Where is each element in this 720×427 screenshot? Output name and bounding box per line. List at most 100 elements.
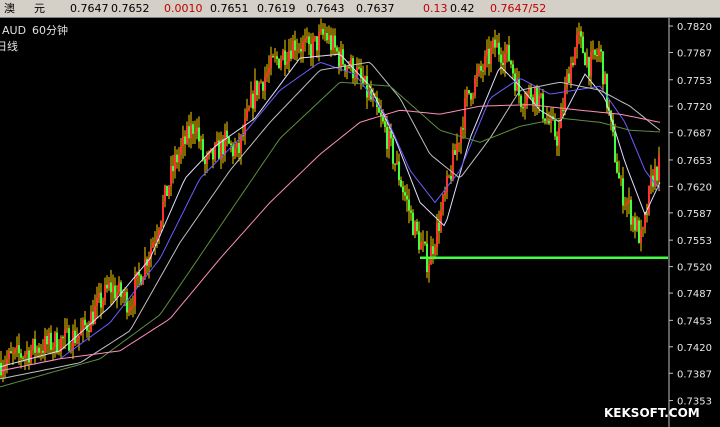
- candle-body: [50, 332, 52, 350]
- candle-body: [446, 176, 448, 193]
- candle-body: [354, 77, 356, 79]
- candle-body: [486, 48, 488, 56]
- candle-body: [644, 213, 646, 228]
- candle-body: [284, 50, 286, 65]
- candle-body: [436, 222, 438, 248]
- candle-body: [470, 93, 472, 100]
- candle-body: [404, 192, 406, 196]
- candle-body: [434, 247, 436, 255]
- candle-body: [296, 49, 298, 51]
- candle-body: [124, 292, 126, 297]
- candle-body: [188, 126, 190, 139]
- candle-body: [490, 47, 492, 64]
- candle-body: [460, 128, 462, 144]
- candle-body: [318, 32, 320, 51]
- candle-body: [206, 155, 208, 165]
- y-tick-label: 0.7720: [677, 102, 712, 113]
- candle-body: [578, 31, 580, 35]
- price-chart: 0.7820 0.7787 0.7753 0.7720 0.7687 0.7653 0.76…: [0, 18, 720, 427]
- candle-body: [28, 350, 30, 363]
- candle-body: [64, 329, 66, 338]
- y-tick-label: 0.7453: [677, 316, 712, 327]
- candle-body: [248, 107, 250, 110]
- candle-body: [174, 154, 176, 172]
- candle-body: [628, 199, 630, 203]
- candle-body: [572, 62, 574, 65]
- candle-body: [228, 137, 230, 144]
- candle-body: [98, 292, 100, 298]
- candle-body: [52, 347, 54, 350]
- candle-body: [332, 35, 334, 50]
- candle-body: [338, 51, 340, 67]
- candle-body: [300, 48, 302, 52]
- candle-body: [466, 90, 468, 99]
- candle-body: [512, 64, 514, 74]
- candle-body: [144, 259, 146, 278]
- candle-body: [480, 65, 482, 71]
- quote-last: 0.7647/52: [490, 2, 547, 15]
- candle-body: [358, 67, 360, 69]
- candle-body: [408, 199, 410, 211]
- candle-body: [58, 351, 60, 353]
- candle-body: [32, 339, 34, 351]
- candle-body: [164, 185, 166, 202]
- quote-amp: 0.42: [450, 2, 475, 15]
- candle-body: [322, 28, 324, 35]
- candle-body: [12, 352, 14, 354]
- candle-body: [540, 93, 542, 96]
- candle-body: [464, 98, 466, 130]
- candle-body: [286, 61, 288, 65]
- candle-body: [588, 57, 590, 77]
- candle-body: [22, 357, 24, 359]
- candle-body: [256, 80, 258, 96]
- candle-body: [178, 154, 180, 163]
- candle-body: [384, 121, 386, 127]
- candle-body: [418, 231, 420, 250]
- candle-body: [604, 73, 606, 85]
- candle-body: [182, 136, 184, 147]
- candle-body: [564, 87, 566, 111]
- candle-body: [310, 44, 312, 58]
- candle-body: [538, 95, 540, 106]
- candle-body: [40, 350, 42, 353]
- candle-body: [304, 39, 306, 42]
- candle-body: [234, 148, 236, 157]
- candle-body: [168, 186, 170, 196]
- candle-body: [430, 246, 432, 265]
- candle-body: [166, 185, 168, 196]
- candle-body: [298, 48, 300, 50]
- candle-body: [302, 41, 304, 52]
- candle-body: [410, 210, 412, 213]
- y-tick-label: 0.7520: [677, 263, 712, 274]
- candle-body: [570, 62, 572, 83]
- candle-body: [30, 350, 32, 363]
- candle-body: [598, 49, 600, 56]
- candle-body: [294, 40, 296, 51]
- y-tick-label: 0.7387: [677, 369, 712, 380]
- candle-body: [62, 337, 64, 339]
- candle-body: [494, 39, 496, 48]
- candle-body: [634, 217, 636, 231]
- candle-body: [200, 139, 202, 142]
- candle-body: [216, 140, 218, 145]
- candle-body: [596, 55, 598, 57]
- candle-body: [204, 159, 206, 165]
- candle-body: [110, 282, 112, 293]
- candle-body: [290, 50, 292, 59]
- candle-body: [108, 282, 110, 289]
- candle-body: [592, 49, 594, 53]
- candle-body: [44, 335, 46, 353]
- candle-body: [346, 66, 348, 71]
- candle-body: [308, 36, 310, 45]
- candle-body: [252, 93, 254, 109]
- candle-body: [328, 35, 330, 41]
- chart-background: [0, 18, 720, 427]
- candle-body: [192, 124, 194, 134]
- candle-body: [448, 175, 450, 177]
- candle-body: [282, 50, 284, 60]
- candle-body: [476, 73, 478, 79]
- candle-body: [276, 56, 278, 59]
- candle-body: [170, 165, 172, 187]
- candle-body: [616, 161, 618, 173]
- candle-body: [534, 86, 536, 104]
